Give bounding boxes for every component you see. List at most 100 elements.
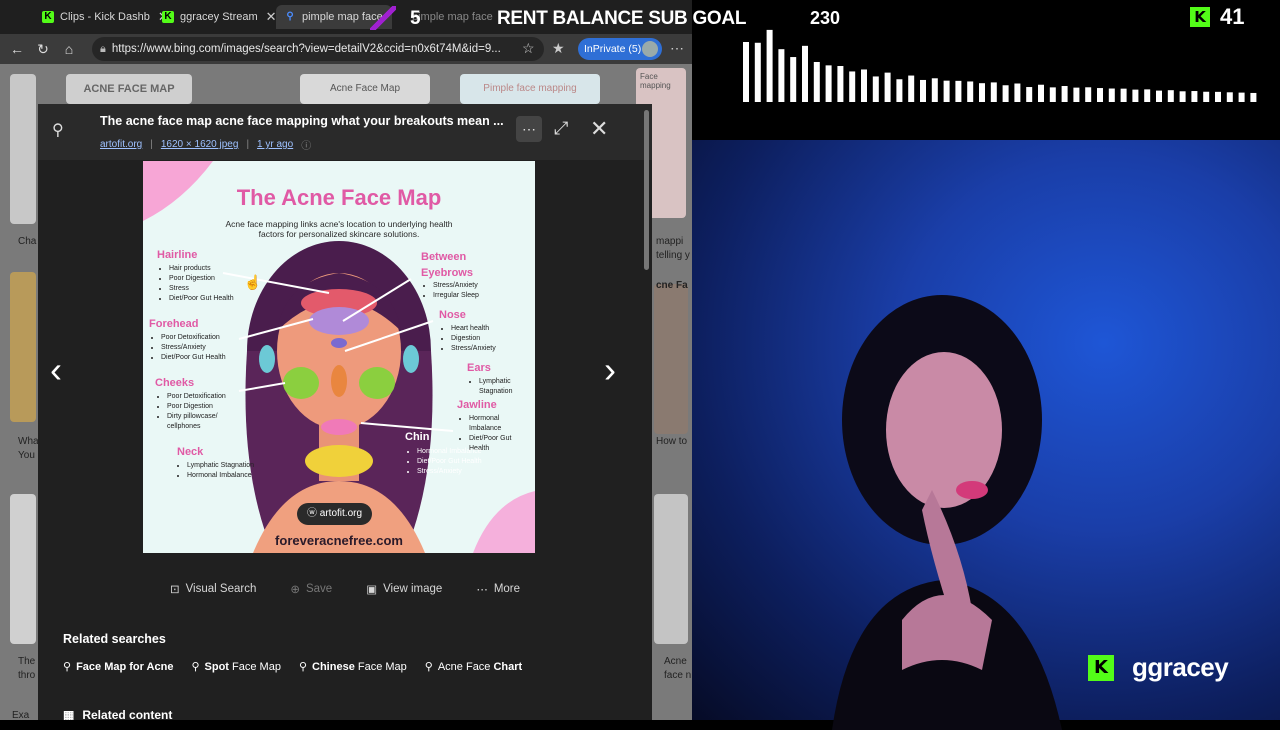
visual-search-button[interactable]: ⊡ Visual Search [170,582,256,596]
visualizer-bar [1144,89,1151,102]
visualizer-bar [884,72,891,102]
save-button[interactable]: ⊕ Save [290,582,332,596]
back-icon[interactable]: ← [4,41,30,57]
image-title[interactable]: The acne face map acne face mapping what… [100,114,504,128]
list-hairline: Hair productsPoor DigestionStressDiet/Po… [169,264,234,304]
result-thumb[interactable]: Pimple face mapping [460,74,600,104]
visualizer-bar [1132,89,1139,102]
search-icon: ⚲ [298,661,308,673]
visualizer-bar [778,49,785,102]
result-caption: You [18,450,35,461]
result-thumb[interactable] [10,272,36,422]
image-actions: ⊡ Visual Search ⊕ Save ▣ View image ⋯ More [38,574,652,604]
favorite-star-icon[interactable]: ☆ [522,40,535,57]
url-field[interactable]: 🔒︎ https://www.bing.com/images/search?vi… [92,37,544,61]
more-icon: ⋯ [476,584,488,596]
result-caption: cne Fa [656,280,688,291]
refresh-icon[interactable]: ↻ [30,41,56,58]
result-thumb[interactable]: Acne Face Map [300,74,430,104]
result-caption: Cha [18,236,37,247]
chip-bold: Chinese [312,660,355,673]
dimensions-link[interactable]: 1620 × 1620 jpeg [161,139,239,150]
favorites-icon[interactable]: ★ [552,40,565,57]
result-thumb[interactable] [654,494,688,644]
visualizer-bar [943,80,950,102]
kick-icon: K [162,11,174,23]
result-thumb[interactable] [10,494,36,644]
label-cheeks: Cheeks [155,377,195,389]
browser-window: K Clips - Kick Dashb ✕ K ggracey Stream … [0,0,692,720]
acne-face-map-image[interactable]: The Acne Face Map Acne face mapping link… [143,161,535,553]
visualizer-bar [1120,88,1127,102]
result-thumb[interactable] [654,284,688,434]
menu-icon[interactable]: ⋯ [670,40,684,57]
expand-icon[interactable]: ⤢ [554,118,568,139]
label-ears: Ears [467,362,491,374]
sub-goal-title: RENT BALANCE SUB GOAL [497,8,747,29]
visualizer-bar [825,65,832,102]
kick-icon: K [42,11,54,23]
cursor-icon: ☝ [244,274,262,290]
visualizer-bar [861,69,867,102]
visualizer-bar [1156,90,1162,102]
related-chip[interactable]: ⚲ Chinese Face Map [298,660,407,674]
image-meta: artofit.org | 1620 × 1620 jpeg | 1 yr ag… [100,137,312,152]
info-icon[interactable]: ⓘ [301,137,311,152]
chip-label: Face Map for Acne [76,660,174,673]
related-searches-list: ⚲ Face Map for Acne ⚲ Spot Face Map ⚲ Chine… [63,660,522,674]
detail-header: ⚲ The acne face map acne face mapping wh… [38,104,652,160]
related-searches-heading: Related searches [63,632,166,646]
visualizer-bar [896,79,903,102]
button-label: More [493,583,521,595]
result-thumb[interactable] [10,74,36,224]
next-arrow-icon[interactable]: › [604,352,616,388]
close-icon[interactable]: ✕ [590,116,608,142]
view-image-button[interactable]: ▣ View image [366,582,442,596]
visualizer-bar [1215,91,1221,102]
related-chip[interactable]: ⚲ Acne Face Chart [425,660,522,674]
visualizer-bar [1038,84,1044,102]
visualizer-bar [1049,87,1056,102]
result-caption: mappi [656,236,684,247]
chip-bold: Spot [204,660,229,673]
related-chip[interactable]: ⚲ Face Map for Acne [63,660,174,674]
related-chip[interactable]: ⚲ Spot Face Map [191,660,280,674]
source-badge[interactable]: ⓦ artofit.org [297,503,373,525]
visualizer-bar [1061,86,1068,102]
visualizer-bar [1167,90,1174,102]
search-icon: ⚲ [63,661,72,673]
visualizer-bar [872,76,879,102]
related-content-label: Related content [82,708,173,720]
label-between-eyebrows: Between Eyebrows [421,251,473,279]
home-icon[interactable]: ⌂ [56,41,82,57]
result-thumb[interactable]: ACNE FACE MAP [66,74,192,104]
list-forehead: Poor DetoxificationStress/AnxietyDiet/Po… [161,333,226,363]
tab-kick-dashboard[interactable]: K Clips - Kick Dashb ✕ [34,5,169,29]
list-cheeks: Poor DetoxificationPoor DigestionDirty p… [167,392,247,432]
visualizer-bar [1073,87,1080,102]
inprivate-badge[interactable]: InPrivate (5) [578,38,662,60]
visualizer-bar [766,29,773,103]
visualizer-bar [1085,87,1092,102]
related-content-heading[interactable]: ▦ Related content [63,708,172,720]
image-subtitle: Acne face mapping links acne's location … [225,219,453,239]
more-button[interactable]: ⋯ More [476,582,520,596]
list-chin: Hormonal ImbalanceDiet/Poor Gut HealthSt… [417,447,487,477]
webcam-feed [692,140,1280,730]
inprivate-label: InPrivate (5) [584,43,642,55]
visual-search-icon: ⊡ [169,584,180,596]
visualizer-bar [1026,87,1033,102]
search-icon[interactable]: ⚲ [52,120,64,140]
visualizer-bar [1203,91,1210,102]
source-link[interactable]: artofit.org [100,139,142,150]
kick-logo-icon: K [1088,654,1114,681]
address-bar: ← ↻ ⌂ 🔒︎ https://www.bing.com/images/sea… [0,34,692,64]
tab-ggracey-stream[interactable]: K ggracey Stream ✕ [154,5,277,29]
age-link[interactable]: 1 yr ago [257,139,293,150]
previous-arrow-icon[interactable]: ‹ [50,352,62,388]
visualizer-bar [931,78,938,102]
visualizer-bar [837,66,844,102]
more-options-icon[interactable]: ⋯ [516,116,542,142]
scrollbar[interactable] [644,110,649,270]
close-icon[interactable]: ✕ [266,9,277,25]
